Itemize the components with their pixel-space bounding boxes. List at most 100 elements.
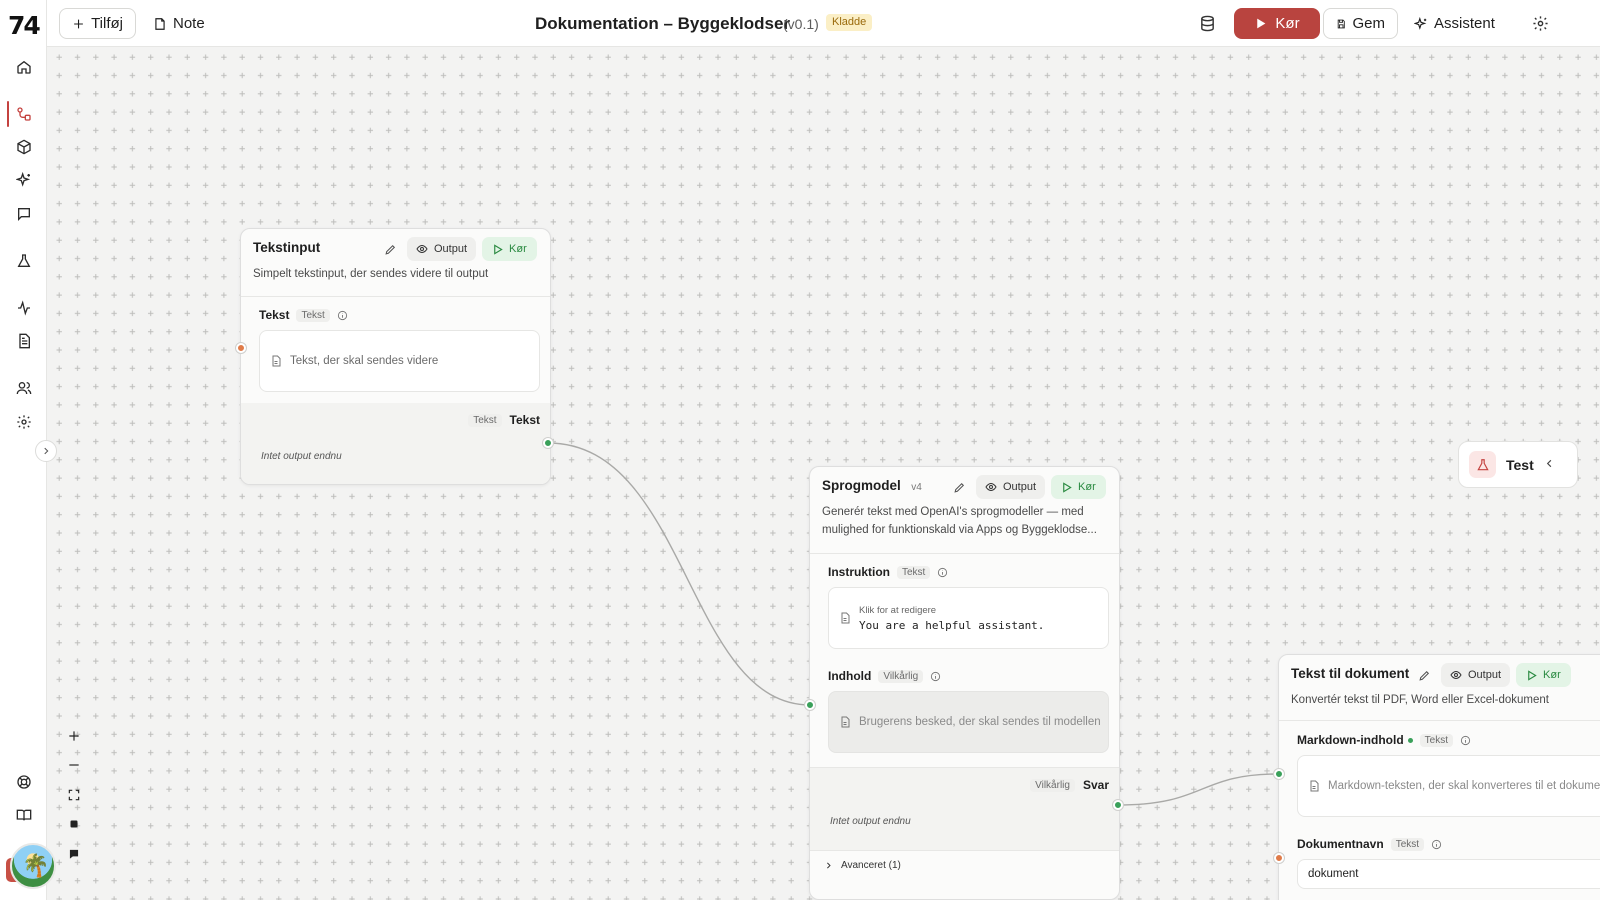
zoom-in-button[interactable] [61,723,87,749]
output-button[interactable]: Output [407,237,477,261]
field-label: Tekst [259,308,290,322]
file-icon [272,355,281,367]
chevron-right-icon [827,862,831,869]
note-icon [155,17,165,30]
square-icon [70,820,78,828]
eye-icon [416,244,428,254]
test-panel[interactable]: Test [1458,441,1578,488]
text-to-document-node[interactable]: Tekst til dokument Output Kør Konvertér … [1278,654,1600,900]
sparkles-icon[interactable] [12,168,36,192]
instruction-label: Instruktion [828,565,890,579]
info-icon[interactable] [930,671,941,682]
page-title: Dokumentation – Byggeklodser [535,14,791,33]
edge-text-to-model [547,442,811,706]
expand-sidebar-button[interactable] [35,440,57,462]
node-run-button[interactable]: Kør [482,237,537,261]
database-icon[interactable] [1199,15,1216,37]
help-icon[interactable] [12,770,36,794]
workflow-icon[interactable] [12,102,36,126]
content-field[interactable]: Brugerens besked, der skal sendes til mo… [828,691,1109,753]
document-icon[interactable] [12,329,36,353]
edit-icon[interactable] [379,238,401,260]
fit-view-button[interactable] [61,782,87,808]
language-model-node[interactable]: Sprogmodel v4 Output Kør Generér tekst m… [809,466,1120,900]
assistant-button[interactable]: Assistent [1414,15,1495,32]
fit-view-icon [68,789,80,801]
home-icon[interactable] [12,55,36,79]
instruction-field[interactable]: Klik for at redigere You are a helpful a… [828,587,1109,649]
topbar: Tilføj Note Dokumentation – Byggeklodser… [47,0,1600,47]
chevron-left-icon[interactable] [1544,456,1555,474]
node-run-button[interactable]: Kør [1051,475,1106,499]
activity-icon[interactable] [12,296,36,320]
add-button[interactable]: Tilføj [59,8,136,39]
comment-button[interactable] [61,841,87,867]
output-label: Output [1468,669,1502,681]
docname-input-handle[interactable] [1274,853,1284,863]
flask-icon[interactable] [12,249,36,273]
plus-icon [74,19,83,28]
workflow-canvas[interactable]: Tekstinput Output Kør Simpelt tekstinput… [47,47,1600,900]
markdown-field[interactable]: Markdown-teksten, der skal konverteres t… [1297,755,1600,817]
no-output-text: Intet output endnu [261,451,342,462]
save-label: Gem [1352,15,1385,32]
markdown-label: Markdown-indhold [1297,733,1404,747]
save-button[interactable]: Gem [1323,8,1398,39]
markdown-input-handle[interactable] [1274,769,1284,779]
stop-button[interactable] [61,811,87,837]
field-placeholder: Tekst, der skal sendes videre [290,355,439,367]
version-label: (v0.1) [783,16,819,32]
info-icon[interactable] [1460,735,1471,746]
type-tag: Tekst [1390,837,1425,851]
type-tag: Tekst [1419,733,1453,747]
input-handle[interactable] [805,700,815,710]
assistant-label: Assistent [1434,15,1495,32]
node-description: Simpelt tekstinput, der sendes videre ti… [253,268,489,280]
edit-hint: Klik for at redigere [859,604,937,616]
text-input-node[interactable]: Tekstinput Output Kør Simpelt tekstinput… [240,228,551,485]
info-icon[interactable] [337,310,348,321]
run-label: Kør [509,243,527,255]
gear-icon[interactable] [12,410,36,434]
zoom-out-button[interactable] [61,752,87,778]
settings-icon[interactable] [1532,15,1549,37]
run-button[interactable]: Kør [1234,8,1320,39]
info-icon[interactable] [937,567,948,578]
output-button[interactable]: Output [1441,663,1511,687]
advanced-toggle[interactable]: Avanceret (1) [810,850,1119,880]
docname-value: dokument [1308,868,1359,880]
content-placeholder: Brugerens besked, der skal sendes til mo… [859,716,1101,728]
content-label: Indhold [828,669,872,683]
play-icon [1528,669,1537,681]
node-run-button[interactable]: Kør [1516,663,1571,687]
node-description: Konvertér tekst til PDF, Word eller Exce… [1291,694,1549,706]
plus-icon [69,731,79,741]
edit-icon[interactable] [1413,664,1435,686]
docname-field[interactable]: dokument [1297,859,1600,889]
docname-label: Dokumentnavn [1297,837,1384,851]
minus-icon [69,764,79,766]
input-handle[interactable] [236,343,246,353]
edit-icon[interactable] [948,476,970,498]
output-handle[interactable] [1113,800,1123,810]
sparkles-icon [1414,16,1427,30]
book-icon[interactable] [12,803,36,827]
instruction-value: You are a helpful assistant. [859,618,1045,632]
run-label: Kør [1543,669,1561,681]
output-name: Tekst [509,413,540,427]
status-badge: Kladde [826,14,873,31]
info-icon[interactable] [1431,839,1442,850]
output-button[interactable]: Output [976,475,1046,499]
note-button[interactable]: Note [153,15,205,32]
app-logo[interactable]: 74 [8,11,41,40]
avatar[interactable]: 🌴 [10,843,56,889]
output-handle[interactable] [543,438,553,448]
markdown-placeholder: Markdown-teksten, der skal konverteres t… [1328,780,1600,792]
play-icon [1257,18,1266,29]
users-icon[interactable] [12,376,36,400]
chat-icon[interactable] [12,202,36,226]
cube-icon[interactable] [12,135,36,159]
text-field[interactable]: Tekst, der skal sendes videre [259,330,540,392]
output-type-tag: Vilkårlig [1030,778,1075,792]
node-version: v4 [911,482,922,493]
